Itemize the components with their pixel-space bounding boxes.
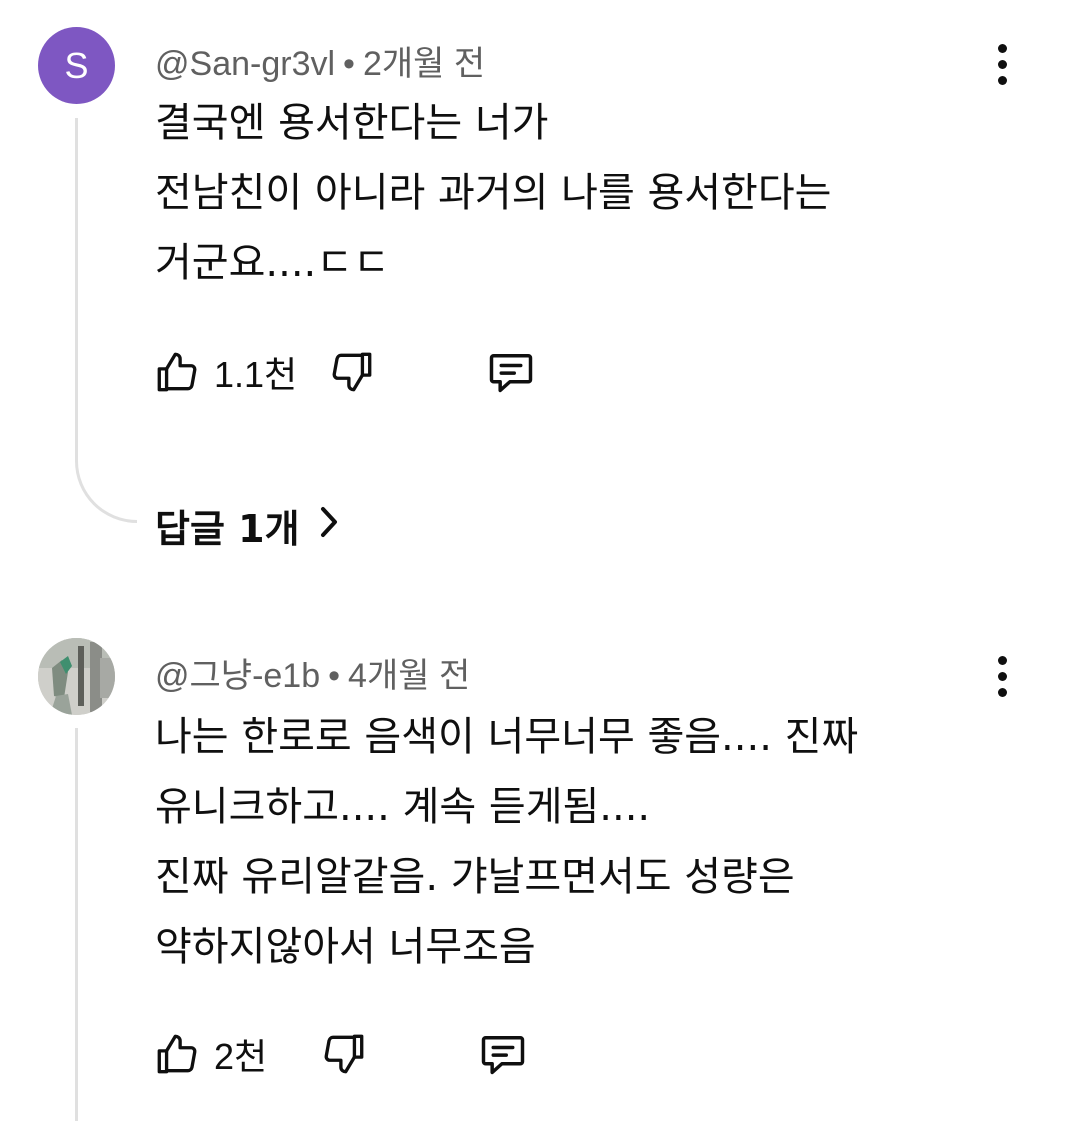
comment-text: 결국엔 용서한다는 너가 전남친이 아니라 과거의 나를 용서한다는 거군요..… bbox=[155, 88, 1020, 298]
view-replies-button[interactable]: 답글 1개 bbox=[155, 498, 340, 553]
comment-time: 2개월 전 bbox=[362, 45, 486, 83]
comment-icon[interactable] bbox=[477, 1028, 529, 1080]
more-vertical-icon[interactable] bbox=[982, 646, 1022, 706]
like-count: 2천 bbox=[214, 1036, 268, 1077]
comment-item: @그냥-e1b • 4개월 전 나는 한로로 음색이 너무너무 좋음.... 진짜 … bbox=[0, 600, 1080, 1121]
comment-line: 거군요....ㄷㄷ bbox=[155, 240, 390, 286]
avatar-image bbox=[38, 638, 115, 715]
comment-meta: @그냥-e1b • 4개월 전 bbox=[155, 648, 470, 697]
author-handle[interactable]: @그냥-e1b bbox=[155, 657, 320, 695]
meta-separator: • bbox=[343, 45, 355, 83]
avatar[interactable] bbox=[38, 638, 115, 715]
thread-connector bbox=[75, 447, 137, 523]
thread-line bbox=[75, 728, 78, 1121]
comment-meta: @San-gr3vl • 2개월 전 bbox=[155, 36, 485, 85]
comment-line: 진짜 유리알같음. 갸날프면서도 성량은 bbox=[155, 854, 795, 900]
thumbs-up-icon[interactable] bbox=[152, 347, 202, 397]
comment-time: 4개월 전 bbox=[348, 657, 471, 695]
thumbs-down-icon[interactable] bbox=[319, 1029, 369, 1079]
comment-item: S @San-gr3vl • 2개월 전 결국엔 용서한다는 너가 전남친이 아니라… bbox=[0, 0, 1080, 600]
author-handle[interactable]: @San-gr3vl bbox=[155, 45, 335, 83]
comment-line: 전남친이 아니라 과거의 나를 용서한다는 bbox=[155, 170, 832, 216]
chevron-right-icon bbox=[318, 504, 340, 548]
like-count: 1.1천 bbox=[214, 354, 298, 395]
comment-actions: 2천 bbox=[152, 1024, 529, 1084]
thumbs-down-icon[interactable] bbox=[327, 347, 377, 397]
comment-actions: 1.1천 bbox=[152, 342, 537, 402]
thumbs-up-icon[interactable] bbox=[152, 1029, 202, 1079]
meta-separator: • bbox=[328, 657, 341, 695]
comment-line: 유니크하고.... 계속 듣게됨.... bbox=[155, 784, 651, 830]
thread-line bbox=[75, 118, 78, 448]
comment-text: 나는 한로로 음색이 너무너무 좋음.... 진짜 유니크하고.... 계속 듣… bbox=[155, 702, 1020, 982]
more-vertical-icon[interactable] bbox=[982, 34, 1022, 94]
avatar[interactable]: S bbox=[38, 27, 115, 104]
comment-line: 결국엔 용서한다는 너가 bbox=[155, 100, 549, 146]
comment-icon[interactable] bbox=[485, 346, 537, 398]
avatar-letter: S bbox=[64, 44, 89, 86]
comment-line: 약하지않아서 너무조음 bbox=[155, 924, 536, 970]
replies-label: 답글 1개 bbox=[155, 507, 300, 551]
comment-line: 나는 한로로 음색이 너무너무 좋음.... 진짜 bbox=[155, 714, 859, 760]
